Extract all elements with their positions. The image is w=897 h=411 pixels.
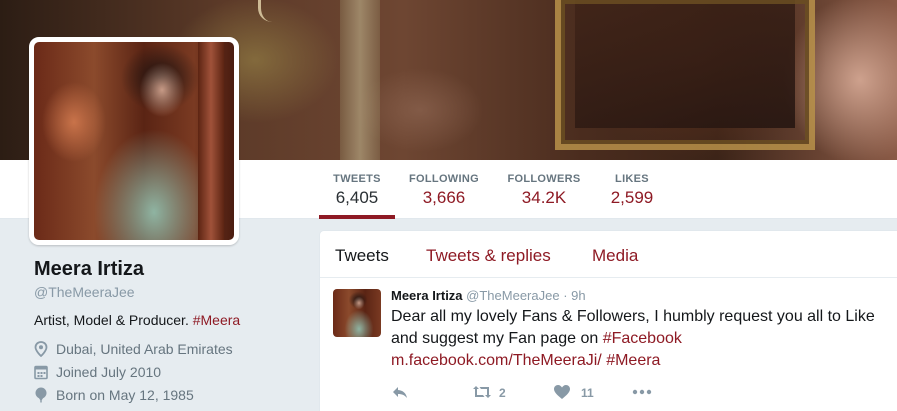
nav-followers-count: 34.2K [521,188,567,207]
banner-frame-border [555,0,815,150]
reply-icon [393,387,407,398]
profile-born: Born on May 12, 1985 [34,386,304,409]
profile-avatar[interactable] [29,37,239,245]
profile-meta: Dubai, United Arab Emirates Joined July … [34,340,304,409]
profile-card: Meera Irtiza @TheMeeraJee Artist, Model … [34,258,304,409]
profile-joined: Joined July 2010 [34,363,304,386]
profile-name[interactable]: Meera Irtiza [34,258,304,281]
banner-crescent-decoration [258,0,276,22]
retweet-icon [473,386,491,398]
tab-tweets-and-replies[interactable]: Tweets & replies [426,246,551,266]
nav-tweets[interactable]: TWEETS 6,405 [319,160,395,219]
tweet-avatar[interactable] [333,289,381,337]
heart-icon [554,385,570,399]
nav-following-label: FOLLOWING [409,173,479,185]
like-count: 11 [581,386,594,400]
tweet-header: Meera Irtiza @TheMeeraJee · 9h [391,288,586,303]
nav-followers-label: FOLLOWERS [507,173,581,185]
tweet-hashtag-meera[interactable]: #Meera [606,352,660,369]
profile-joined-text: Joined July 2010 [56,364,162,380]
balloon-icon [35,387,47,403]
nav-following-count: 3,666 [422,188,466,207]
tweet-actions: 2 11 [391,382,691,402]
tweet-author-name[interactable]: Meera Irtiza [391,288,463,303]
tweet-separator: · [563,288,568,303]
profile-bio: Artist, Model & Producer. #Meera [34,312,304,328]
tweet-hashtag-facebook[interactable]: #Facebook [603,330,682,347]
tweet-author-handle[interactable]: @TheMeeraJee [466,288,559,303]
nav-followers[interactable]: FOLLOWERS 34.2K [503,160,585,219]
profile-location: Dubai, United Arab Emirates [34,340,304,363]
nav-active-underline [319,215,395,219]
profile-handle[interactable]: @TheMeeraJee [34,284,304,300]
calendar-icon [34,365,48,380]
tweet-text: Dear all my lovely Fans & Followers, I h… [391,306,896,372]
tweet-link[interactable]: m.facebook.com/TheMeeraJi/ [391,352,602,369]
location-pin-icon [34,341,48,357]
timeline-card: Tweets Tweets & replies Media Meera Irti… [319,230,897,411]
nav-likes-label: LIKES [615,173,649,185]
banner-fabric-decoration [340,0,380,160]
profile-bio-text: Artist, Model & Producer. [34,312,189,328]
retweet-count: 2 [499,386,506,400]
tweet-timestamp[interactable]: 9h [571,288,585,303]
more-dots-icon [632,389,652,395]
nav-likes-count: 2,599 [610,188,654,207]
nav-likes[interactable]: LIKES 2,599 [602,160,662,219]
avatar-door-decoration [198,42,224,240]
tab-tweets[interactable]: Tweets [335,246,389,266]
nav-tweets-count: 6,405 [335,188,379,207]
tweet-item[interactable]: Meera Irtiza @TheMeeraJee · 9h Dear all … [320,278,897,411]
nav-tweets-label: TWEETS [333,173,381,185]
profile-bio-hashtag[interactable]: #Meera [193,312,240,328]
profile-born-text: Born on May 12, 1985 [56,387,194,403]
tab-media[interactable]: Media [592,246,638,266]
timeline-tabs: Tweets Tweets & replies Media [320,231,897,278]
nav-following[interactable]: FOLLOWING 3,666 [404,160,484,219]
profile-location-text: Dubai, United Arab Emirates [56,341,233,357]
